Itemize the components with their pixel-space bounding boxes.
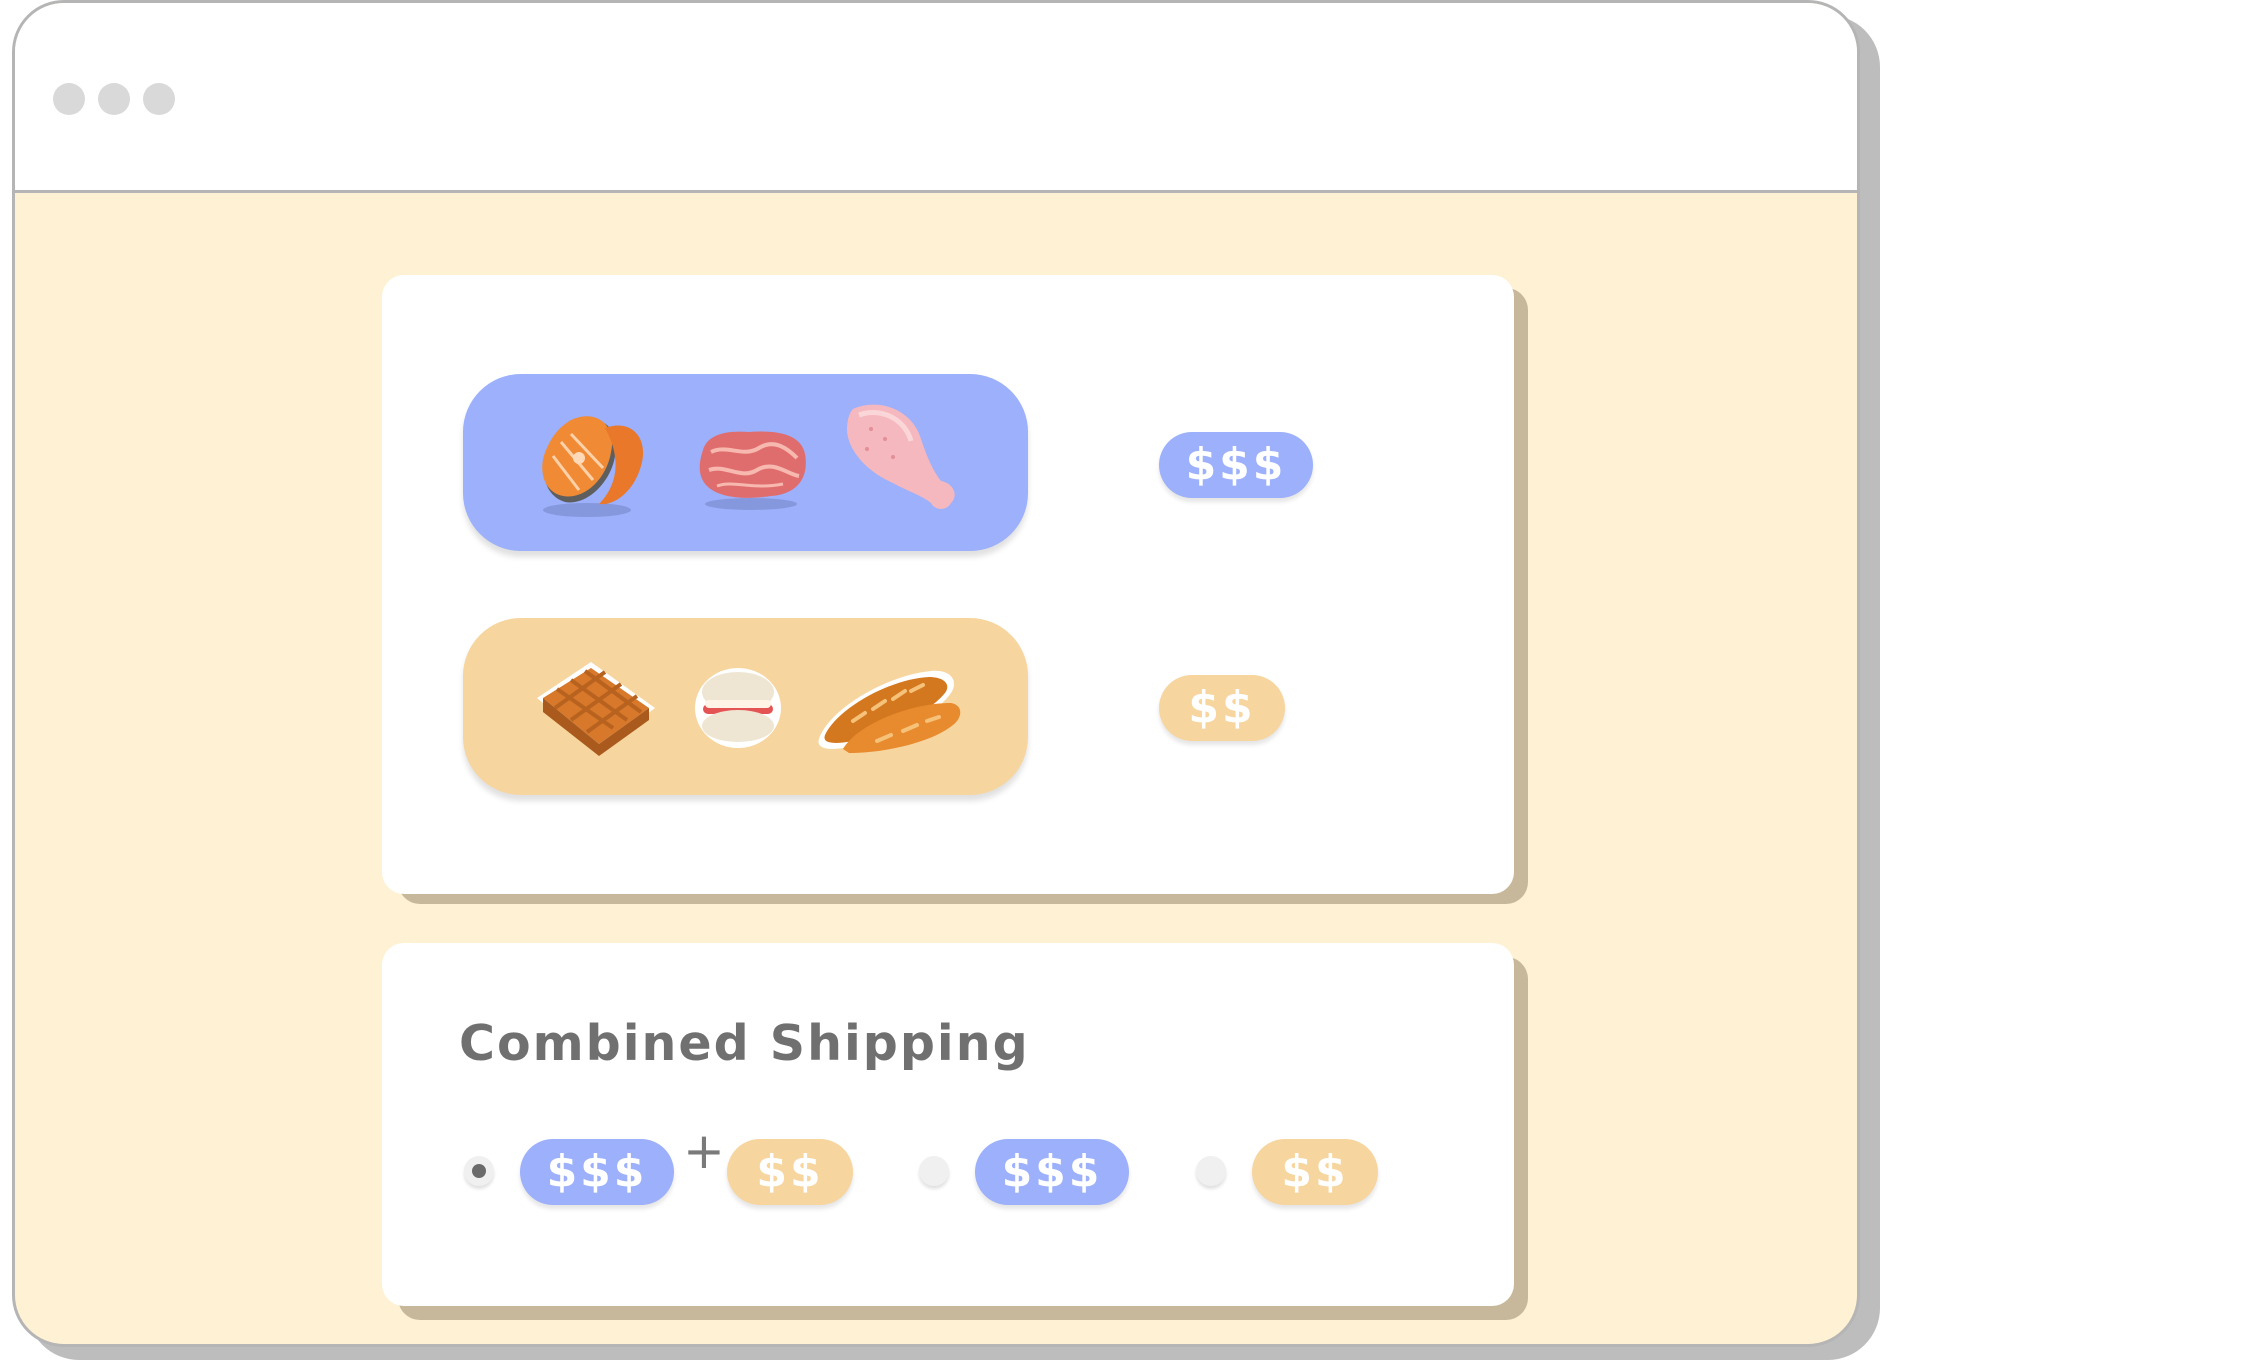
shipping-option-bakery-radio[interactable] [1196, 1156, 1226, 1186]
beef-steak-icon [699, 431, 806, 510]
shipping-option-meat-radio[interactable] [919, 1156, 949, 1186]
baguette-icon [818, 670, 961, 753]
shipping-title: Combined Shipping [459, 1015, 1030, 1072]
window-control-dot[interactable] [98, 83, 130, 115]
shipping-card [382, 943, 1514, 1306]
bakery-price-badge: $$ [1159, 675, 1285, 741]
chicken-leg-icon [847, 404, 955, 509]
option-bakery-price: $$ [1252, 1139, 1378, 1205]
bakery-group-pill[interactable] [463, 618, 1028, 795]
shipping-option-combined-radio[interactable] [464, 1156, 494, 1186]
window-control-dot[interactable] [143, 83, 175, 115]
combined-price-meat: $$$ [520, 1139, 674, 1205]
plus-sign: + [683, 1122, 725, 1180]
waffle-icon [537, 662, 655, 756]
salmon-steak-icon [542, 416, 644, 517]
option-meat-price: $$$ [975, 1139, 1129, 1205]
meat-price-badge: $$$ [1159, 432, 1313, 498]
window-control-dot[interactable] [53, 83, 85, 115]
meat-group-pill[interactable] [463, 374, 1028, 551]
combined-price-bakery: $$ [727, 1139, 853, 1205]
macaron-icon [695, 668, 781, 748]
title-bar [15, 3, 1857, 193]
product-card: $$$ $$ [382, 275, 1514, 894]
radio-selected-dot [472, 1164, 486, 1178]
